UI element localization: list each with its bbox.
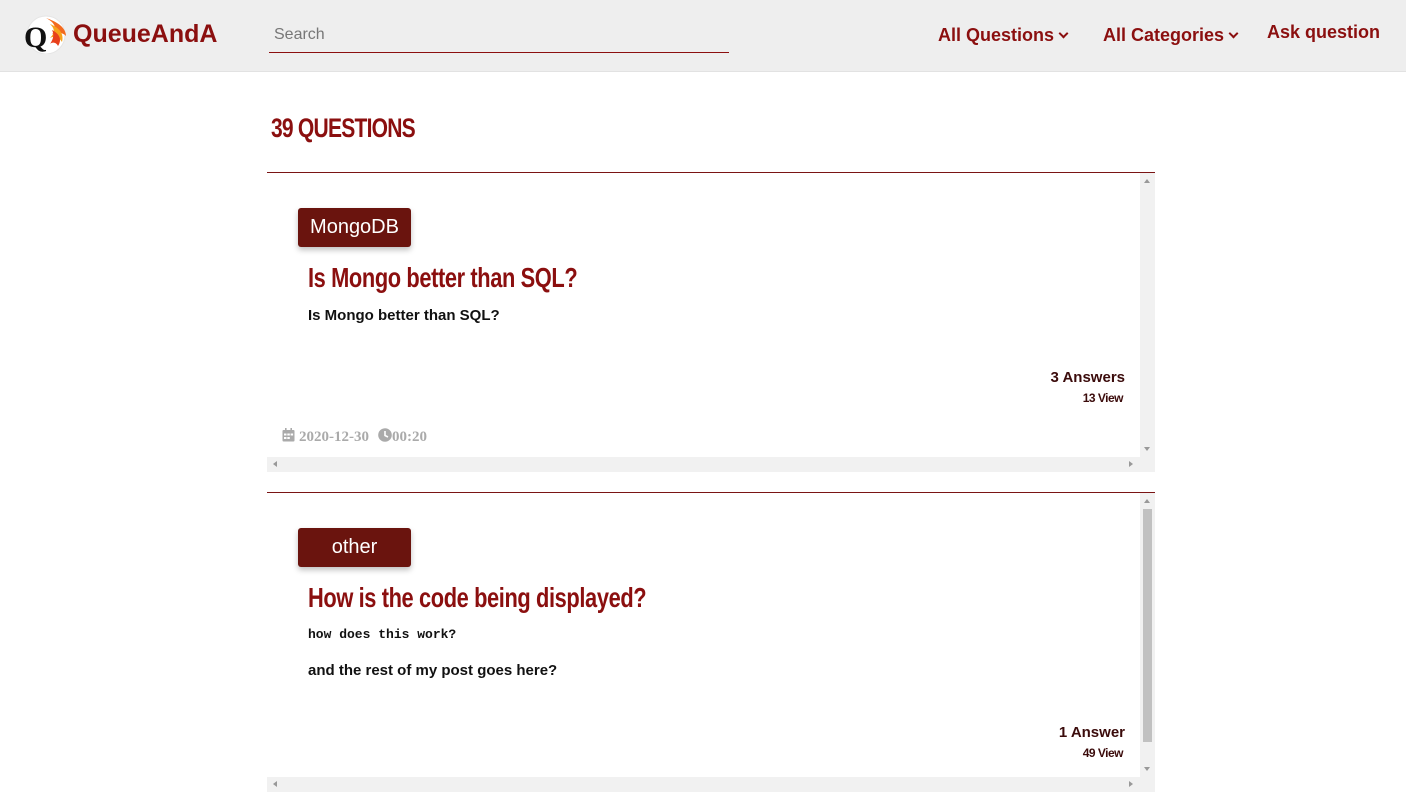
- scroll-right-arrow-icon[interactable]: [1129, 461, 1133, 467]
- scroll-down-arrow-icon[interactable]: [1144, 767, 1150, 771]
- horizontal-scrollbar[interactable]: [267, 777, 1155, 792]
- chevron-down-icon: [1228, 28, 1239, 39]
- scroll-left-arrow-icon[interactable]: [273, 461, 277, 467]
- question-code-snippet: how does this work?: [308, 627, 457, 642]
- search-field: [269, 20, 729, 53]
- question-card[interactable]: other How is the code being displayed? h…: [267, 492, 1155, 792]
- category-tag[interactable]: other: [298, 528, 411, 567]
- all-questions-label: All Questions: [938, 25, 1055, 45]
- scrollbar-thumb[interactable]: [1143, 509, 1152, 742]
- brand-name: QueueAndA: [73, 19, 218, 48]
- scroll-up-arrow-icon[interactable]: [1144, 179, 1150, 183]
- question-title[interactable]: How is the code being displayed?: [308, 582, 647, 614]
- question-title[interactable]: Is Mongo better than SQL?: [308, 262, 578, 294]
- question-card[interactable]: MongoDB Is Mongo better than SQL? Is Mon…: [267, 172, 1155, 472]
- chevron-down-icon: [1058, 28, 1069, 39]
- scroll-right-arrow-icon[interactable]: [1129, 781, 1133, 787]
- scroll-down-arrow-icon[interactable]: [1144, 447, 1150, 451]
- clock-icon: [378, 428, 392, 447]
- question-body: Is Mongo better than SQL?: [308, 307, 500, 324]
- answer-count: 3 Answers: [1050, 369, 1125, 386]
- search-input[interactable]: [269, 20, 729, 50]
- question-time: 00:20: [392, 429, 427, 445]
- queueanda-logo-icon: Q: [22, 14, 68, 55]
- all-questions-dropdown[interactable]: All Questions: [938, 25, 1069, 46]
- scroll-up-arrow-icon[interactable]: [1144, 499, 1150, 503]
- top-navbar: Q QueueAndA All Questions All Categories…: [0, 0, 1406, 72]
- category-tag[interactable]: MongoDB: [298, 208, 411, 247]
- question-meta: 2020-12-30 00:20: [282, 428, 427, 447]
- brand-link[interactable]: Q QueueAndA: [22, 14, 218, 55]
- ask-question-link[interactable]: Ask question: [1267, 22, 1380, 43]
- vertical-scrollbar[interactable]: [1140, 173, 1155, 457]
- horizontal-scrollbar[interactable]: [267, 457, 1155, 472]
- scroll-left-arrow-icon[interactable]: [273, 781, 277, 787]
- vertical-scrollbar[interactable]: [1140, 493, 1155, 777]
- answer-count: 1 Answer: [1058, 724, 1125, 741]
- view-count: 49 View: [1082, 746, 1124, 760]
- question-body: and the rest of my post goes here?: [308, 662, 558, 679]
- all-categories-label: All Categories: [1103, 25, 1225, 45]
- all-categories-dropdown[interactable]: All Categories: [1103, 25, 1239, 46]
- calendar-icon: [282, 428, 295, 447]
- svg-text:Q: Q: [24, 21, 47, 54]
- question-date: 2020-12-30: [299, 429, 369, 445]
- question-count-heading: 39 QUESTIONS: [271, 113, 416, 143]
- view-count: 13 View: [1082, 391, 1124, 405]
